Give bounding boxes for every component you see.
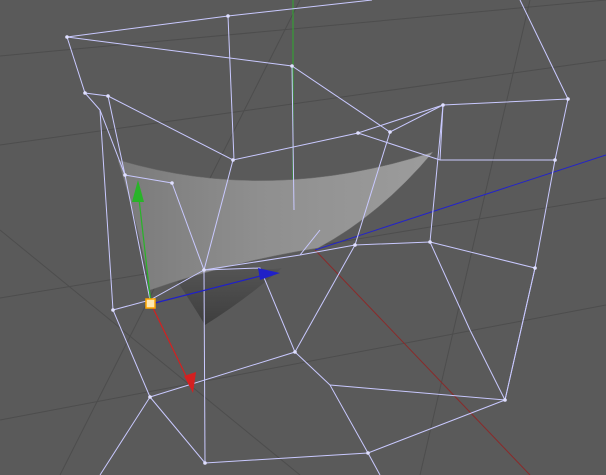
control-point[interactable] <box>553 158 557 162</box>
3d-viewport[interactable] <box>0 0 606 475</box>
control-point[interactable] <box>356 131 360 135</box>
control-point[interactable] <box>366 451 370 455</box>
control-point[interactable] <box>428 240 432 244</box>
control-point[interactable] <box>202 268 206 272</box>
control-point[interactable] <box>290 64 294 68</box>
viewport-canvas[interactable] <box>0 0 606 475</box>
control-point[interactable] <box>503 398 507 402</box>
control-point[interactable] <box>170 181 174 185</box>
control-point[interactable] <box>203 461 207 465</box>
control-point[interactable] <box>65 35 69 39</box>
control-point[interactable] <box>148 395 152 399</box>
control-point[interactable] <box>111 308 115 312</box>
control-point[interactable] <box>83 91 87 95</box>
deformed-surface[interactable] <box>117 151 434 325</box>
control-point[interactable] <box>226 14 230 18</box>
control-point[interactable] <box>533 266 537 270</box>
control-point[interactable] <box>231 158 235 162</box>
world-x-axis <box>314 249 531 475</box>
control-point[interactable] <box>293 350 297 354</box>
control-point[interactable] <box>353 243 357 247</box>
control-point[interactable] <box>566 97 570 101</box>
control-point[interactable] <box>106 94 110 98</box>
gizmo-origin-handle-icon[interactable] <box>145 298 156 309</box>
control-point[interactable] <box>123 173 127 177</box>
control-point[interactable] <box>388 130 392 134</box>
control-point[interactable] <box>441 103 445 107</box>
